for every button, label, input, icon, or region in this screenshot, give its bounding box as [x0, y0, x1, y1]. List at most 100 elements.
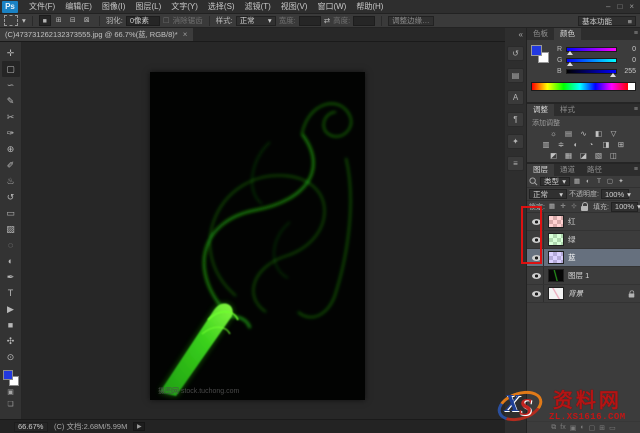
collapse-panels-icon[interactable]: «: [519, 30, 526, 39]
tab-颜色[interactable]: 颜色: [554, 28, 581, 40]
tool-dodge[interactable]: ◐: [2, 253, 20, 269]
tab-路径[interactable]: 路径: [581, 164, 608, 176]
color-panel-menu-icon[interactable]: ≡: [634, 30, 638, 37]
tool-gradient[interactable]: ▨: [2, 221, 20, 237]
layer-row-4[interactable]: 图层 1: [527, 267, 640, 285]
tool-eyedropper[interactable]: ✑: [2, 125, 20, 141]
eye-icon[interactable]: [532, 272, 541, 279]
tab-通道[interactable]: 通道: [554, 164, 581, 176]
tab-close-icon[interactable]: ×: [183, 30, 188, 39]
eye-icon[interactable]: [532, 236, 541, 243]
foreground-color-chip[interactable]: [2, 370, 13, 380]
layer-thumbnail[interactable]: [548, 233, 564, 246]
adjustment-selective-color-icon[interactable]: ◫: [608, 151, 620, 161]
slider-thumb[interactable]: [610, 73, 616, 77]
adjustment-curves-icon[interactable]: ∿: [578, 129, 590, 139]
layer-thumbnail[interactable]: [548, 215, 564, 228]
adjustment-threshold-icon[interactable]: ◪: [578, 151, 590, 161]
menu-item-window[interactable]: 窗口(W): [312, 0, 351, 13]
subtract-from-selection-icon[interactable]: ⊟: [67, 15, 79, 26]
minimize-icon[interactable]: –: [606, 1, 610, 13]
lock-transparency-icon[interactable]: ▦: [547, 202, 557, 211]
fill-dropdown[interactable]: 100% ▾: [610, 201, 640, 212]
zoom-level-input[interactable]: 66.67%: [14, 421, 48, 432]
foreground-background-colors[interactable]: [2, 369, 20, 387]
adjustment-filter-icon[interactable]: ◐: [583, 177, 593, 186]
lock-position-icon[interactable]: ⊹: [569, 202, 579, 211]
workspace-switcher[interactable]: 基本功能 ≡: [578, 16, 636, 26]
channel-slider-B[interactable]: [566, 69, 617, 77]
menu-item-help[interactable]: 帮助(H): [351, 0, 388, 13]
tool-crop[interactable]: ✂: [2, 109, 20, 125]
layer-row-5[interactable]: 背景: [527, 285, 640, 303]
tool-clone-stamp[interactable]: ♨: [2, 173, 20, 189]
adjustment-gradient-map-icon[interactable]: ▧: [593, 151, 605, 161]
layer-thumbnail[interactable]: [548, 251, 564, 264]
properties-icon[interactable]: ▤: [507, 68, 524, 83]
menu-item-type[interactable]: 文字(Y): [166, 0, 203, 13]
foreground-color-swatch[interactable]: [531, 45, 542, 56]
status-expand-icon[interactable]: ▶: [133, 422, 146, 431]
width-input[interactable]: [298, 15, 321, 26]
layer-thumbnail[interactable]: [548, 269, 564, 282]
visibility-toggle[interactable]: [530, 249, 544, 266]
tool-rectangle-shape[interactable]: ■: [2, 317, 20, 333]
layer-filter-type-dropdown[interactable]: 类型 ▾: [540, 177, 570, 186]
opacity-dropdown[interactable]: 100% ▾: [600, 189, 631, 199]
tab-色板[interactable]: 色板: [527, 28, 554, 40]
canvas-area[interactable]: 摄图网 stock.tuchong.com: [22, 42, 505, 419]
menu-item-select[interactable]: 选择(S): [203, 0, 240, 13]
menu-item-filter[interactable]: 滤镜(T): [240, 0, 276, 13]
tab-样式[interactable]: 样式: [554, 104, 581, 116]
adjustment-posterize-icon[interactable]: ▦: [563, 151, 575, 161]
adjustment-vibrance-icon[interactable]: ▽: [608, 129, 620, 139]
layers-panel-menu-icon[interactable]: ≡: [634, 166, 638, 173]
lock-all-icon[interactable]: [580, 201, 588, 211]
maximize-icon[interactable]: □: [617, 1, 622, 13]
channel-slider-R[interactable]: [566, 47, 617, 55]
menu-item-file[interactable]: 文件(F): [24, 0, 60, 13]
add-to-selection-icon[interactable]: ⊞: [53, 15, 65, 26]
menu-item-edit[interactable]: 编辑(E): [60, 0, 97, 13]
layer-row-3[interactable]: 蓝: [527, 249, 640, 267]
type-filter-icon[interactable]: T: [594, 177, 604, 186]
new-selection-icon[interactable]: ■: [38, 15, 51, 26]
antialias-checkbox[interactable]: ☐: [163, 16, 170, 25]
eye-icon[interactable]: [532, 218, 541, 225]
tool-quick-selection[interactable]: ✎: [2, 93, 20, 109]
tool-history-brush[interactable]: ↺: [2, 189, 20, 205]
visibility-toggle[interactable]: [530, 231, 544, 248]
tool-lasso[interactable]: ∽: [2, 77, 20, 93]
adjustment-color-balance-icon[interactable]: ≑: [555, 140, 567, 150]
menu-item-layer[interactable]: 图层(L): [130, 0, 166, 13]
feather-input[interactable]: 0像素: [125, 15, 160, 26]
swap-dimensions-icon[interactable]: ⇄: [324, 16, 330, 25]
slider-thumb[interactable]: [567, 51, 573, 55]
quick-mask-icon[interactable]: ▣: [2, 387, 20, 399]
smart-object-filter-icon[interactable]: ✦: [616, 177, 626, 186]
refine-edge-button[interactable]: 调整边缘…: [388, 15, 434, 26]
character-icon[interactable]: A: [507, 90, 524, 105]
screen-mode-icon[interactable]: ❏: [2, 399, 20, 411]
adjustment-channel-mixer-icon[interactable]: ◨: [600, 140, 612, 150]
paragraph-icon[interactable]: ¶: [507, 112, 524, 127]
adjustment-photo-filter-icon[interactable]: ◔: [585, 140, 597, 150]
pixel-filter-icon[interactable]: ▦: [572, 177, 582, 186]
visibility-toggle[interactable]: [530, 285, 544, 302]
history-icon[interactable]: ↺: [507, 46, 524, 61]
visibility-toggle[interactable]: [530, 213, 544, 230]
channel-slider-G[interactable]: [566, 58, 617, 66]
shape-filter-icon[interactable]: ▢: [605, 177, 615, 186]
blend-mode-dropdown[interactable]: 正常 ▾: [529, 189, 567, 199]
tool-zoom[interactable]: ⊙: [2, 349, 20, 365]
height-input[interactable]: [353, 15, 376, 26]
adjustments-panel-menu-icon[interactable]: ≡: [634, 106, 638, 113]
menu-item-view[interactable]: 视图(V): [276, 0, 313, 13]
tool-eraser[interactable]: ▭: [2, 205, 20, 221]
tool-rectangular-marquee[interactable]: ▢: [1, 61, 20, 77]
tool-type[interactable]: T: [2, 285, 20, 301]
tool-pen[interactable]: ✒: [2, 269, 20, 285]
menu-item-image[interactable]: 图像(I): [97, 0, 131, 13]
document-tab[interactable]: (C)473731262132373555.jpg @ 66.7%(蓝, RGB…: [0, 28, 194, 41]
slider-thumb[interactable]: [567, 62, 573, 66]
